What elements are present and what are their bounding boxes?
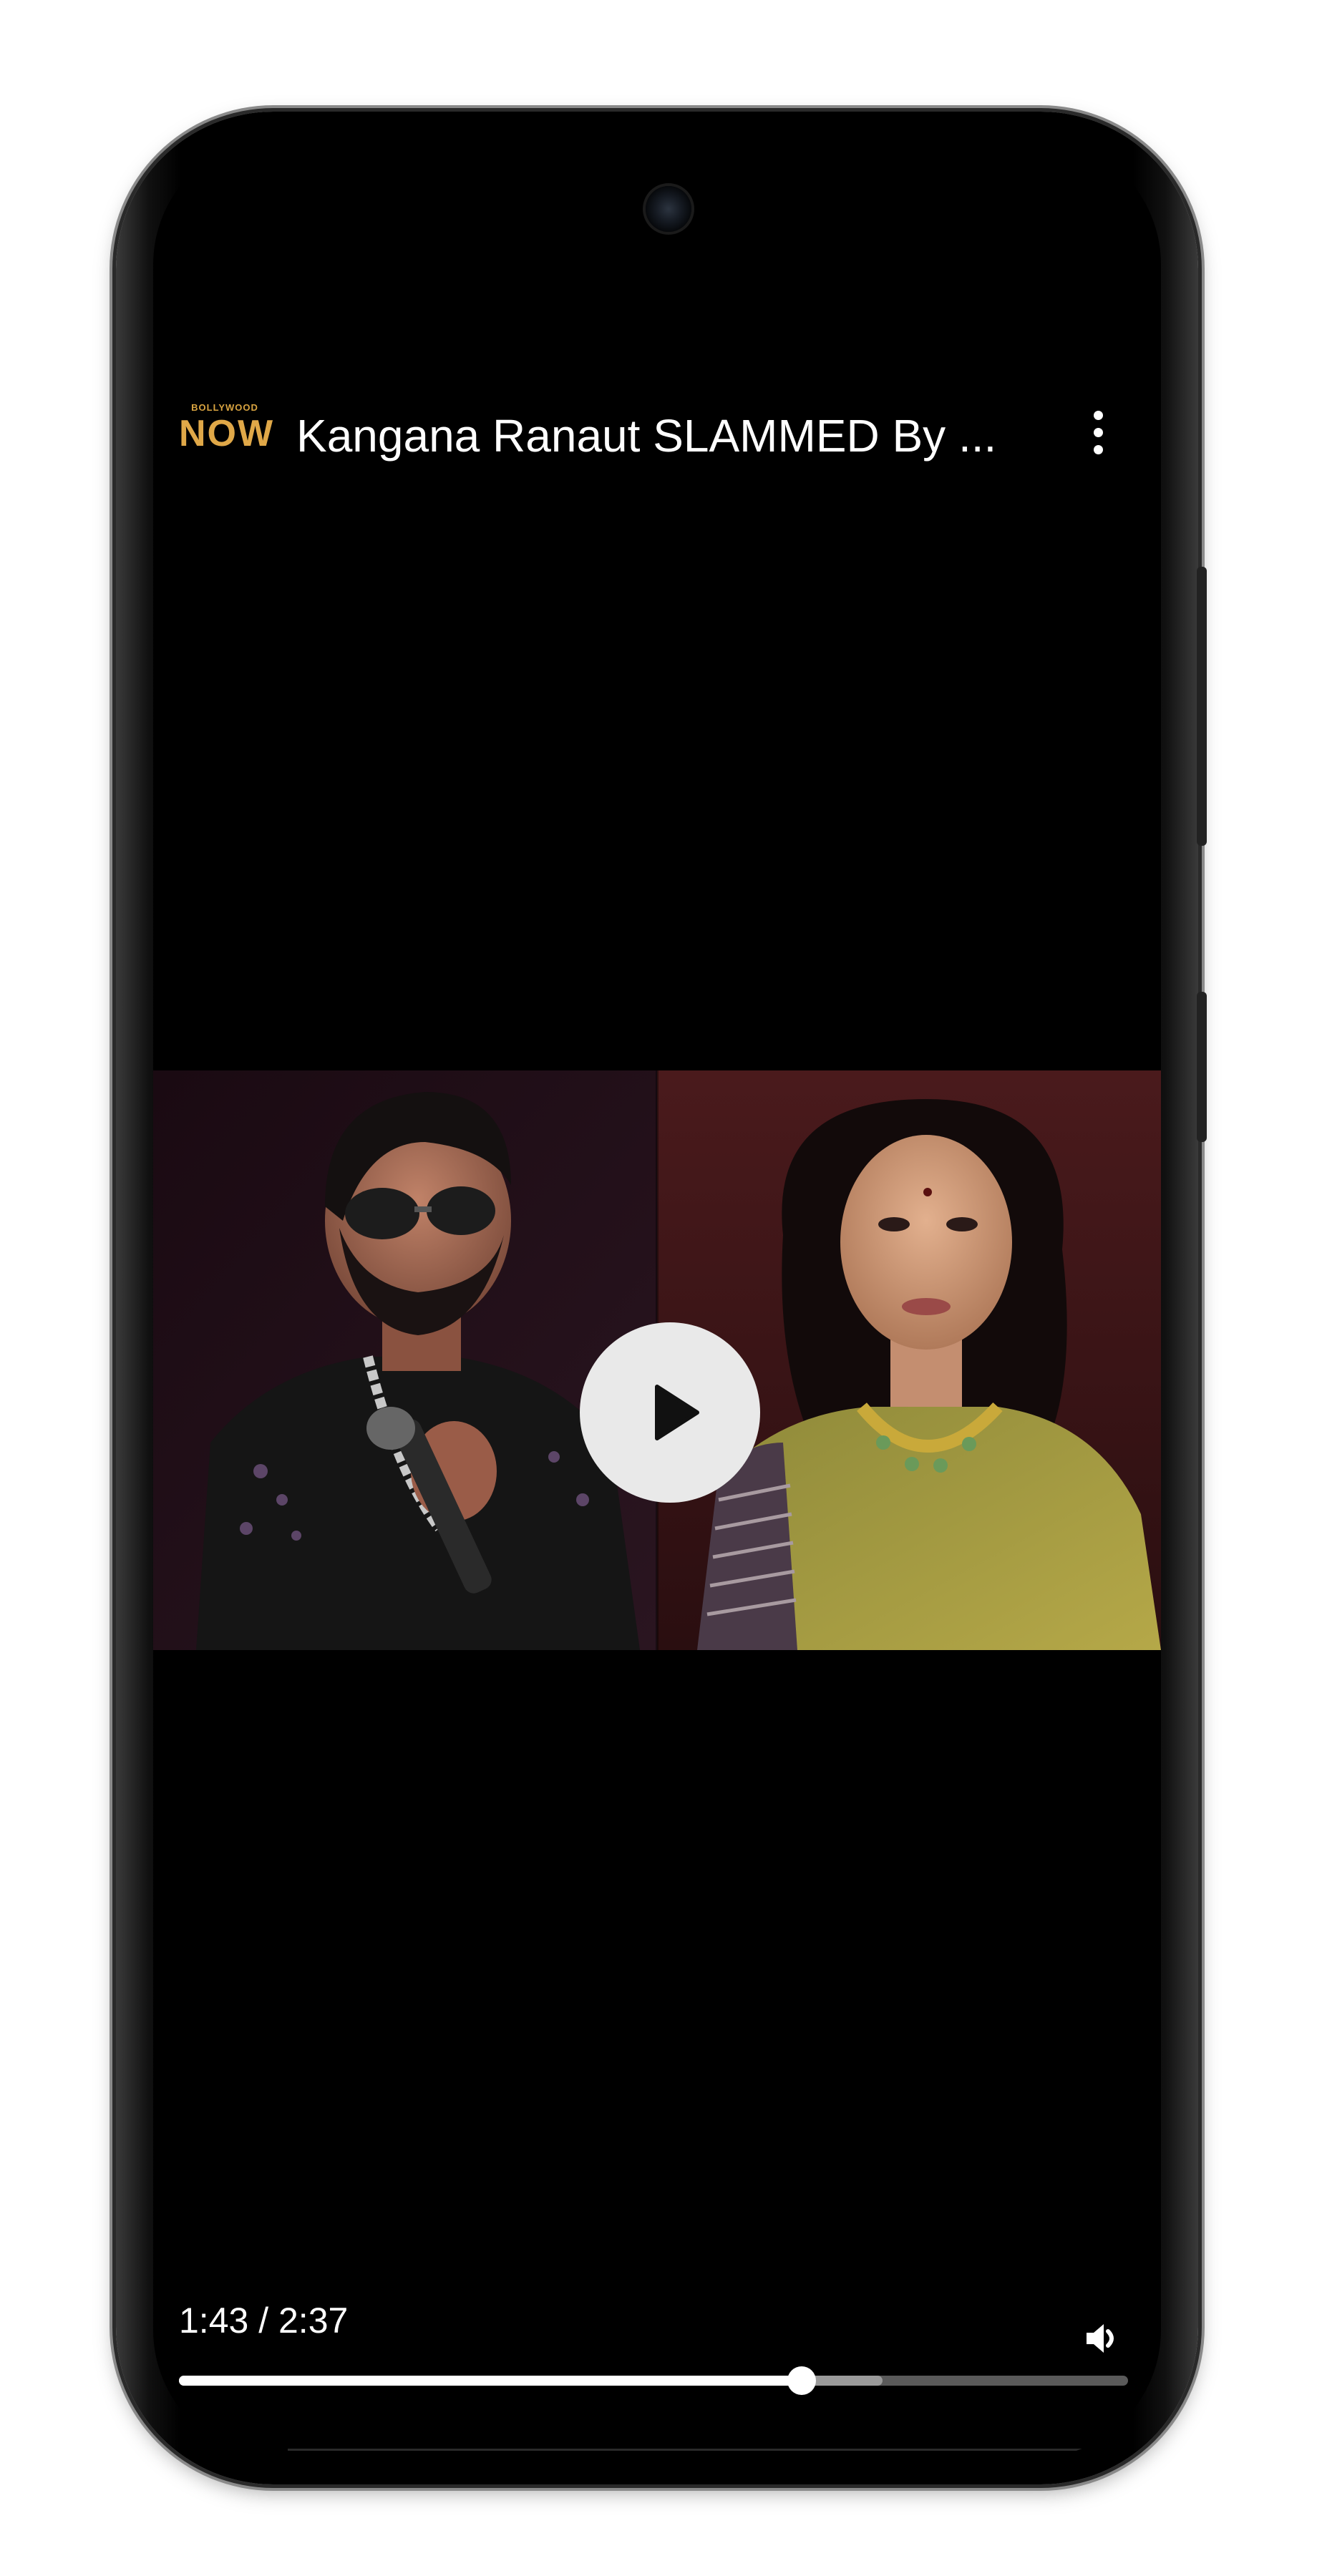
play-button[interactable] bbox=[580, 1322, 760, 1503]
progress-scrubber-handle[interactable] bbox=[787, 2366, 816, 2395]
power-button bbox=[1197, 567, 1207, 846]
front-camera bbox=[646, 186, 691, 232]
volume-icon bbox=[1087, 2324, 1114, 2353]
volume-button bbox=[1197, 992, 1207, 1142]
channel-logo-main-text: NOW bbox=[179, 413, 275, 454]
channel-logo[interactable]: BOLLYWOOD NOW bbox=[179, 402, 275, 454]
player-screen[interactable]: BOLLYWOOD NOW Kangana Ranaut SLAMMED By … bbox=[153, 136, 1161, 2459]
channel-logo-top-text: BOLLYWOOD bbox=[191, 402, 258, 413]
more-vert-icon bbox=[1094, 411, 1103, 420]
gesture-bar bbox=[288, 2449, 1101, 2451]
player-top-bar: BOLLYWOOD NOW Kangana Ranaut SLAMMED By … bbox=[153, 394, 1161, 479]
video-title[interactable]: Kangana Ranaut SLAMMED By ... bbox=[296, 409, 1012, 462]
progress-played bbox=[179, 2376, 802, 2386]
more-options-button[interactable] bbox=[1077, 401, 1119, 465]
phone-frame: BOLLYWOOD NOW Kangana Ranaut SLAMMED By … bbox=[116, 112, 1207, 2484]
progress-bar[interactable] bbox=[179, 2366, 1128, 2395]
playback-time: 1:43 / 2:37 bbox=[179, 2301, 349, 2341]
volume-button[interactable] bbox=[1084, 2318, 1129, 2358]
play-icon bbox=[655, 1385, 699, 1440]
